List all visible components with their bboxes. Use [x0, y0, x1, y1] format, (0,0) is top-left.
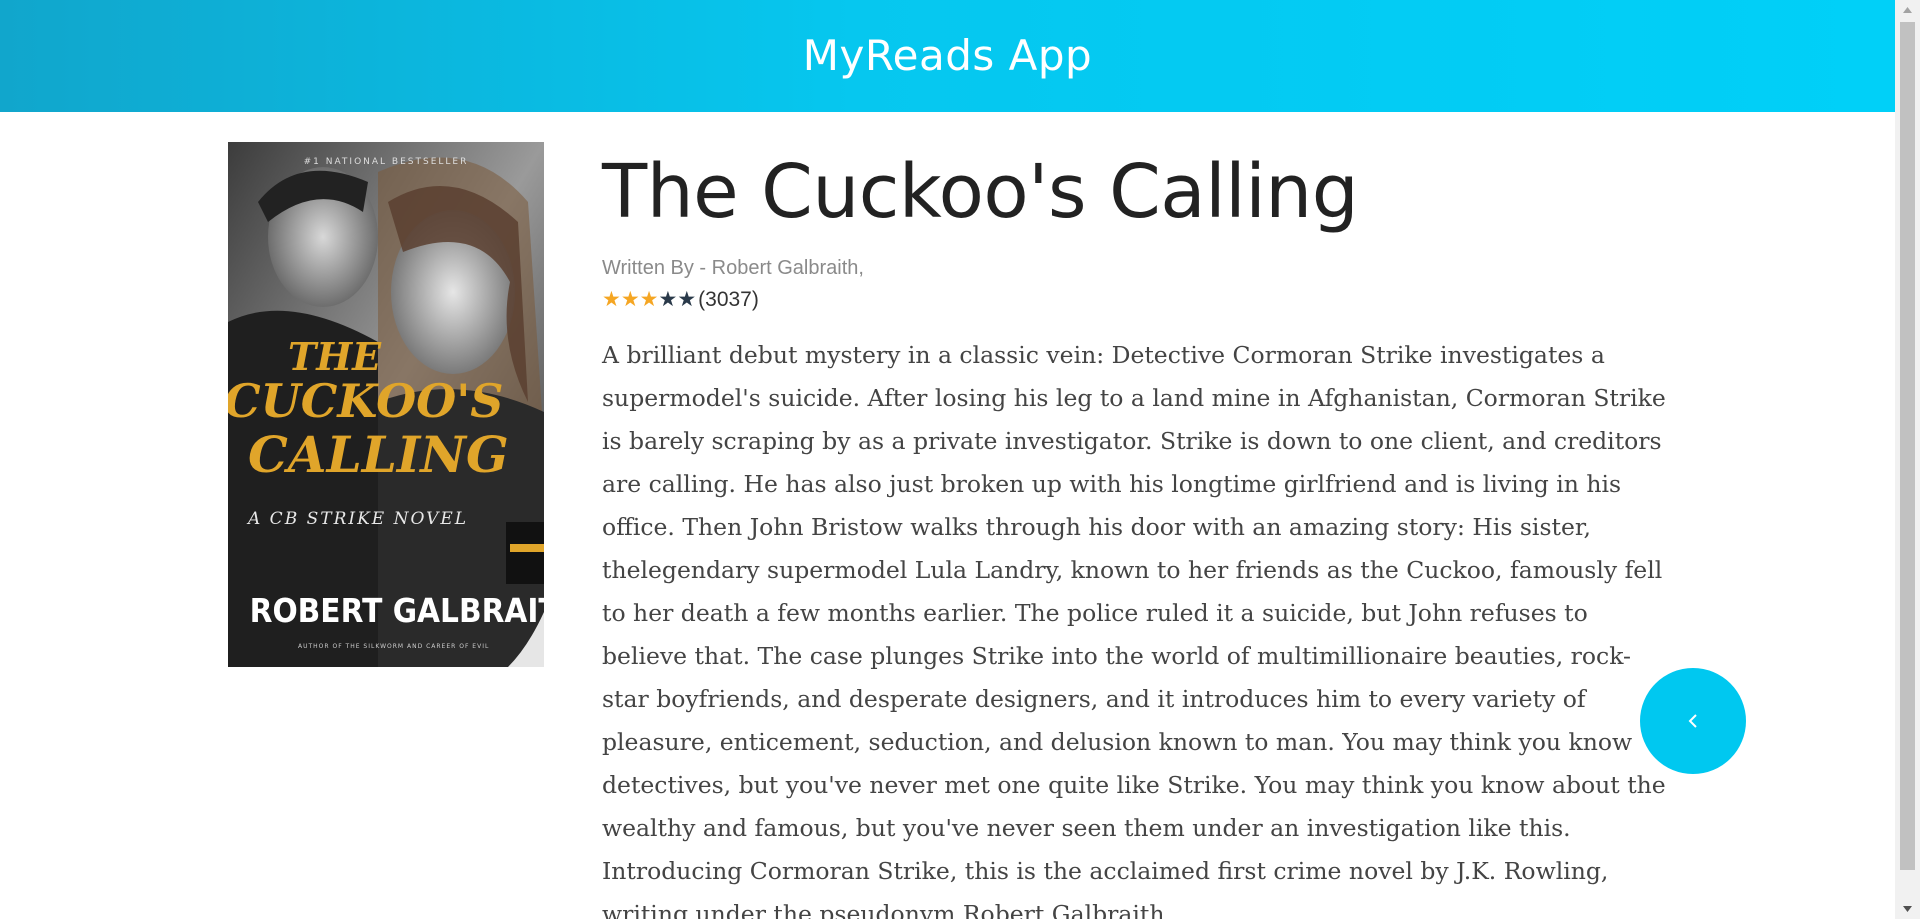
cover-bottom-line: AUTHOR OF THE SILKWORM AND CAREER OF EVI… [298, 643, 489, 650]
chevron-left-icon [1688, 714, 1697, 728]
cover-title-line2: CUCKOO'S [228, 374, 504, 428]
book-details-page: #1 NATIONAL BESTSELLER THE CUCKOO'S CALL… [0, 112, 1895, 919]
rating-count: (3037) [698, 288, 759, 312]
back-button[interactable] [1640, 668, 1746, 774]
star-icon: ★ [639, 288, 659, 312]
cover-title-line3: CALLING [248, 425, 509, 484]
book-rating: ★★★★★ (3037) [602, 288, 1672, 312]
vertical-scrollbar[interactable] [1895, 0, 1920, 919]
book-details: The Cuckoo's Calling Written By - Robert… [602, 149, 1672, 919]
rating-stars: ★★★★★ [602, 288, 696, 312]
book-cover-image: #1 NATIONAL BESTSELLER THE CUCKOO'S CALL… [228, 142, 544, 667]
app-viewport: MyReads App #1 NATIONAL BESTSELLER THE C… [0, 0, 1920, 919]
app-title: MyReads App [802, 31, 1093, 80]
app-header: MyReads App [0, 0, 1895, 112]
star-icon: ★ [620, 288, 640, 312]
star-icon: ★ [677, 288, 697, 312]
scroll-down-arrow-icon[interactable] [1895, 899, 1920, 919]
scroll-up-arrow-icon[interactable] [1895, 0, 1920, 20]
cover-title-line1: THE [288, 334, 382, 379]
cover-top-banner: #1 NATIONAL BESTSELLER [304, 157, 469, 167]
cover-author: ROBERT GALBRAITH [250, 593, 544, 631]
book-author: Written By - Robert Galbraith, [602, 257, 864, 280]
star-icon: ★ [658, 288, 678, 312]
scrollbar-thumb[interactable] [1900, 22, 1915, 870]
book-title: The Cuckoo's Calling [602, 149, 1359, 235]
book-cover-art: #1 NATIONAL BESTSELLER THE CUCKOO'S CALL… [228, 142, 544, 667]
book-description: A brilliant debut mystery in a classic v… [602, 341, 1666, 919]
cover-subtitle: A CB STRIKE NOVEL [246, 509, 468, 529]
star-icon: ★ [602, 288, 621, 312]
